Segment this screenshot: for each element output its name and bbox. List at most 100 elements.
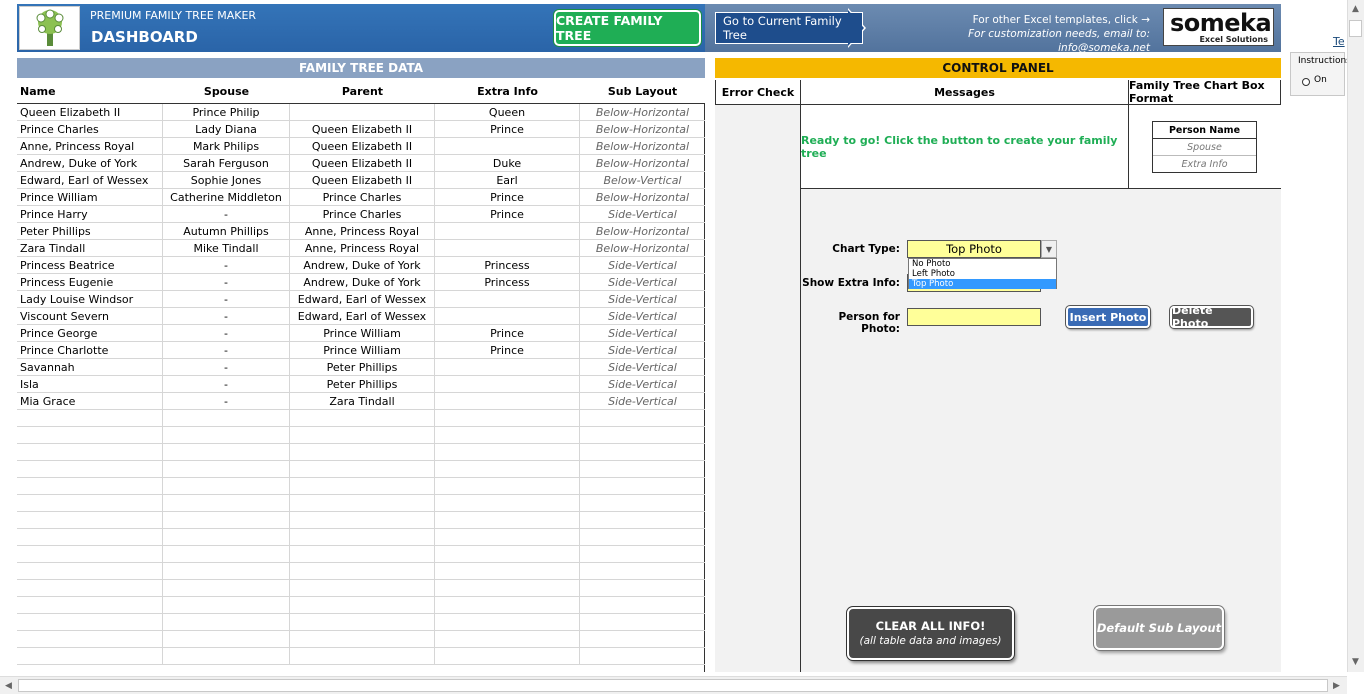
cell-parent[interactable] <box>290 563 435 580</box>
cell-spouse[interactable]: Mark Philips <box>163 138 290 155</box>
cell-spouse[interactable] <box>163 648 290 665</box>
cell-sub-layout[interactable]: Below-Vertical <box>580 172 705 189</box>
cell-spouse[interactable]: Catherine Middleton <box>163 189 290 206</box>
cell-parent[interactable] <box>290 410 435 427</box>
cell-parent[interactable]: Peter Phillips <box>290 376 435 393</box>
cell-extra-info[interactable]: Prince <box>435 121 580 138</box>
chart-type-select[interactable]: Top Photo <box>907 240 1041 258</box>
cell-extra-info[interactable]: Prince <box>435 325 580 342</box>
table-row[interactable]: Savannah - Peter Phillips Side-Vertical <box>17 359 705 376</box>
sheet-link[interactable]: Te <box>1333 35 1345 48</box>
default-sub-layout-button[interactable]: Default Sub Layout <box>1094 606 1224 650</box>
cell-sub-layout[interactable]: Side-Vertical <box>580 359 705 376</box>
cell-extra-info[interactable] <box>435 138 580 155</box>
cell-parent[interactable]: Andrew, Duke of York <box>290 274 435 291</box>
cell-name[interactable]: Prince William <box>17 189 163 206</box>
arrow-right-icon[interactable] <box>848 10 864 46</box>
cell-name[interactable] <box>17 563 163 580</box>
cell-parent[interactable]: Anne, Princess Royal <box>290 223 435 240</box>
cell-parent[interactable]: Anne, Princess Royal <box>290 240 435 257</box>
cell-spouse[interactable] <box>163 512 290 529</box>
cell-sub-layout[interactable] <box>580 631 705 648</box>
cell-spouse[interactable]: Sophie Jones <box>163 172 290 189</box>
cell-sub-layout[interactable]: Side-Vertical <box>580 206 705 223</box>
cell-sub-layout[interactable] <box>580 512 705 529</box>
cell-spouse[interactable]: Mike Tindall <box>163 240 290 257</box>
cell-spouse[interactable]: - <box>163 376 290 393</box>
cell-sub-layout[interactable]: Side-Vertical <box>580 376 705 393</box>
cell-name[interactable]: Peter Phillips <box>17 223 163 240</box>
cell-parent[interactable]: Prince Charles <box>290 189 435 206</box>
empty-table-row[interactable] <box>17 529 705 546</box>
table-row[interactable]: Isla - Peter Phillips Side-Vertical <box>17 376 705 393</box>
cell-extra-info[interactable] <box>435 478 580 495</box>
cell-parent[interactable] <box>290 614 435 631</box>
cell-extra-info[interactable]: Duke <box>435 155 580 172</box>
cell-extra-info[interactable] <box>435 444 580 461</box>
cell-extra-info[interactable]: Princess <box>435 274 580 291</box>
table-row[interactable]: Anne, Princess Royal Mark Philips Queen El… <box>17 138 705 155</box>
cell-sub-layout[interactable]: Side-Vertical <box>580 274 705 291</box>
cell-extra-info[interactable]: Prince <box>435 189 580 206</box>
cell-spouse[interactable] <box>163 580 290 597</box>
cell-sub-layout[interactable] <box>580 614 705 631</box>
cell-name[interactable] <box>17 444 163 461</box>
cell-extra-info[interactable] <box>435 648 580 665</box>
cell-sub-layout[interactable] <box>580 427 705 444</box>
cell-name[interactable]: Zara Tindall <box>17 240 163 257</box>
cell-extra-info[interactable]: Princess <box>435 257 580 274</box>
cell-name[interactable] <box>17 461 163 478</box>
cell-name[interactable]: Mia Grace <box>17 393 163 410</box>
cell-name[interactable] <box>17 529 163 546</box>
empty-table-row[interactable] <box>17 461 705 478</box>
clear-all-info-button[interactable]: CLEAR ALL INFO! (all table data and imag… <box>847 607 1014 660</box>
cell-name[interactable]: Edward, Earl of Wessex <box>17 172 163 189</box>
scroll-up-icon[interactable]: ▲ <box>1349 2 1362 16</box>
cell-extra-info[interactable] <box>435 546 580 563</box>
cell-spouse[interactable]: - <box>163 206 290 223</box>
cell-spouse[interactable] <box>163 410 290 427</box>
insert-photo-button[interactable]: Insert Photo <box>1066 306 1150 328</box>
cell-extra-info[interactable] <box>435 376 580 393</box>
table-row[interactable]: Viscount Severn - Edward, Earl of Wessex Si… <box>17 308 705 325</box>
cell-extra-info[interactable]: Queen <box>435 104 580 121</box>
cell-sub-layout[interactable] <box>580 410 705 427</box>
templates-info[interactable]: For other Excel templates, click → For c… <box>880 13 1150 55</box>
cell-sub-layout[interactable] <box>580 461 705 478</box>
cell-sub-layout[interactable] <box>580 444 705 461</box>
cell-parent[interactable] <box>290 580 435 597</box>
scroll-left-icon[interactable]: ◀ <box>2 679 15 692</box>
cell-sub-layout[interactable]: Side-Vertical <box>580 393 705 410</box>
cell-parent[interactable] <box>290 478 435 495</box>
dropdown-option[interactable]: No Photo <box>909 259 1056 269</box>
cell-extra-info[interactable] <box>435 410 580 427</box>
horizontal-scroll-thumb[interactable] <box>18 679 1328 692</box>
cell-sub-layout[interactable]: Side-Vertical <box>580 325 705 342</box>
cell-sub-layout[interactable] <box>580 478 705 495</box>
dropdown-option-selected[interactable]: Top Photo <box>909 279 1056 289</box>
cell-spouse[interactable]: Lady Diana <box>163 121 290 138</box>
cell-parent[interactable]: Queen Elizabeth II <box>290 138 435 155</box>
cell-name[interactable]: Viscount Severn <box>17 308 163 325</box>
cell-parent[interactable] <box>290 104 435 121</box>
empty-table-row[interactable] <box>17 580 705 597</box>
cell-parent[interactable] <box>290 444 435 461</box>
table-row[interactable]: Queen Elizabeth II Prince Philip Queen Belo… <box>17 104 705 121</box>
cell-name[interactable]: Queen Elizabeth II <box>17 104 163 121</box>
cell-sub-layout[interactable]: Below-Horizontal <box>580 223 705 240</box>
empty-table-row[interactable] <box>17 512 705 529</box>
cell-sub-layout[interactable]: Below-Horizontal <box>580 155 705 172</box>
cell-parent[interactable]: Prince William <box>290 325 435 342</box>
cell-spouse[interactable] <box>163 478 290 495</box>
cell-parent[interactable] <box>290 495 435 512</box>
cell-extra-info[interactable] <box>435 393 580 410</box>
cell-extra-info[interactable] <box>435 308 580 325</box>
table-row[interactable]: Lady Louise Windsor - Edward, Earl of Wess… <box>17 291 705 308</box>
cell-extra-info[interactable] <box>435 240 580 257</box>
cell-spouse[interactable] <box>163 614 290 631</box>
cell-name[interactable]: Prince Charlotte <box>17 342 163 359</box>
cell-sub-layout[interactable]: Side-Vertical <box>580 257 705 274</box>
cell-sub-layout[interactable] <box>580 495 705 512</box>
cell-name[interactable]: Isla <box>17 376 163 393</box>
cell-name[interactable] <box>17 614 163 631</box>
